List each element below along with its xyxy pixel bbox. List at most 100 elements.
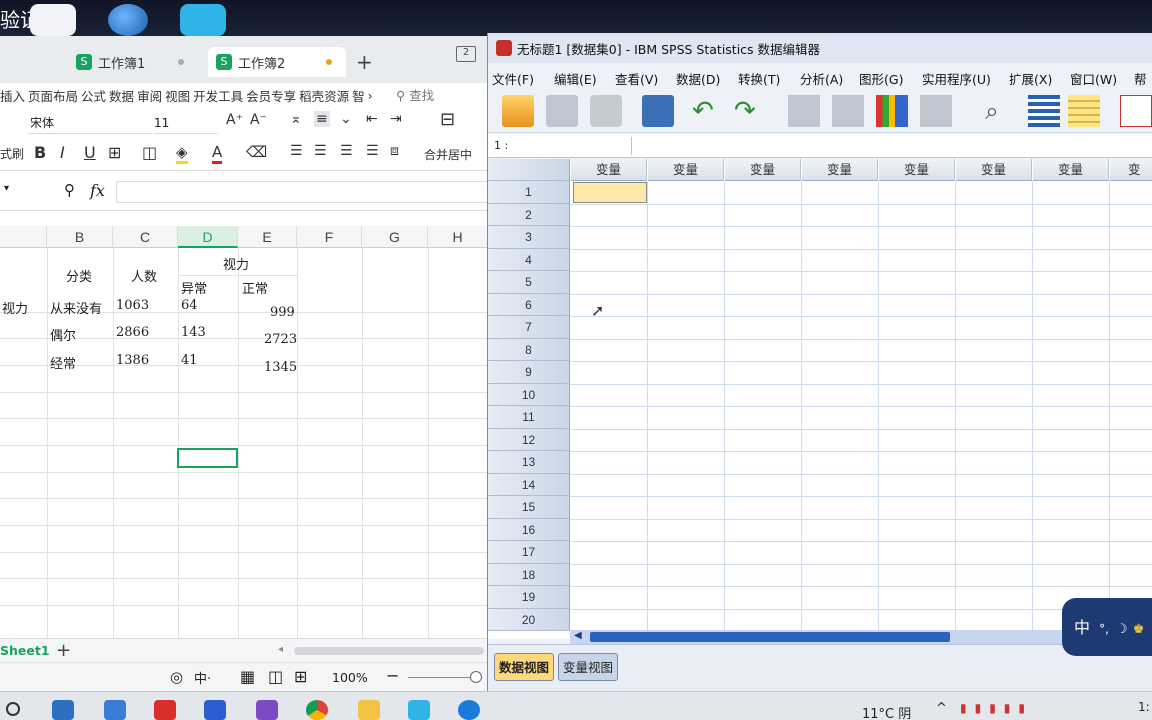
live-app-icon[interactable]: [408, 700, 430, 720]
row-header[interactable]: 20: [488, 608, 570, 631]
menu-file[interactable]: 文件(F): [492, 69, 534, 88]
row-header[interactable]: 7: [488, 316, 570, 339]
goto-case-icon[interactable]: [788, 95, 820, 127]
col-header-f[interactable]: F: [297, 226, 362, 248]
goto-variable-icon[interactable]: [832, 95, 864, 127]
cell-count[interactable]: 1063: [116, 298, 149, 313]
scroll-left-arrow-icon[interactable]: ◀: [574, 630, 582, 641]
tray-icons[interactable]: ▮▮▮▮▮: [960, 701, 1033, 715]
row-header[interactable]: 2: [488, 203, 570, 226]
horizontal-scrollbar[interactable]: [294, 647, 484, 655]
desktop-live-icon[interactable]: [180, 4, 226, 36]
menu-edit[interactable]: 编辑(E): [554, 69, 597, 88]
undo-icon[interactable]: ↶: [692, 95, 724, 127]
header-vision[interactable]: 视力: [223, 254, 249, 273]
row-label-partial[interactable]: 视力: [2, 298, 28, 317]
page-break-view-icon[interactable]: ⊞: [294, 667, 307, 686]
cell-normal[interactable]: 1345: [264, 360, 297, 375]
menu-window[interactable]: 窗口(W): [1070, 69, 1117, 88]
row-header[interactable]: 13: [488, 451, 570, 474]
cell-count[interactable]: 2866: [116, 325, 149, 340]
decrease-indent-icon[interactable]: ⇤: [366, 111, 378, 127]
zoom-formula-icon[interactable]: ⚲: [64, 181, 75, 199]
font-size-select[interactable]: 11: [154, 112, 218, 134]
font-name-select[interactable]: 宋体: [28, 112, 152, 134]
desktop-app-icon[interactable]: [30, 4, 76, 36]
cell-reference[interactable]: 1 :: [492, 137, 632, 155]
merge-center-icon[interactable]: ⊟: [440, 109, 455, 130]
align-bottom-icon[interactable]: ⌄: [340, 111, 352, 127]
add-tab-button[interactable]: +: [356, 50, 373, 74]
menu-insert[interactable]: 插入: [0, 86, 25, 105]
format-brush-label[interactable]: 式刷: [0, 145, 24, 162]
formula-input[interactable]: [116, 181, 487, 203]
row-header[interactable]: 14: [488, 473, 570, 496]
merge-center-button[interactable]: 合并居中: [424, 146, 472, 163]
cell-abnormal[interactable]: 41: [181, 353, 198, 368]
menu-extensions[interactable]: 扩展(X): [1009, 69, 1052, 88]
cell-abnormal[interactable]: 64: [181, 298, 198, 313]
cell-count[interactable]: 1386: [116, 353, 149, 368]
row-header[interactable]: 11: [488, 406, 570, 429]
cell-style-icon[interactable]: ◫: [142, 143, 157, 162]
weather-status[interactable]: 11°C 阴: [862, 703, 911, 720]
open-folder-icon[interactable]: [502, 95, 534, 127]
row-header[interactable]: 9: [488, 361, 570, 384]
menu-view[interactable]: 视图: [165, 86, 190, 105]
header-count[interactable]: 人数: [131, 266, 157, 285]
page-layout-view-icon[interactable]: ◫: [268, 667, 283, 686]
clock[interactable]: 1:: [1138, 700, 1150, 714]
clear-format-icon[interactable]: ⌫: [246, 143, 267, 161]
active-cell[interactable]: [573, 182, 647, 203]
desktop-globe-icon[interactable]: [108, 4, 148, 36]
tab-workbook1[interactable]: S 工作簿1: [68, 47, 198, 77]
align-center-icon[interactable]: ☰: [314, 143, 327, 159]
normal-view-icon[interactable]: ▦: [240, 667, 255, 686]
col-header-b[interactable]: B: [47, 226, 113, 248]
italic-icon[interactable]: I: [60, 143, 65, 162]
add-sheet-button[interactable]: +: [56, 640, 71, 661]
menu-utilities[interactable]: 实用程序(U): [922, 69, 991, 88]
cell-abnormal[interactable]: 143: [181, 325, 206, 340]
row-header[interactable]: 18: [488, 563, 570, 586]
var-header[interactable]: 变量: [956, 159, 1032, 181]
menu-member[interactable]: 会员专享: [246, 86, 296, 105]
menu-docer[interactable]: 稻壳资源: [299, 86, 349, 105]
cell-category[interactable]: 从来没有: [50, 298, 102, 317]
spreadsheet-grid[interactable]: B C D E F G H 分类 人数 视力 异常 正常 视力 从来没有 106…: [0, 226, 487, 638]
row-header[interactable]: 15: [488, 496, 570, 519]
input-mode-icon[interactable]: 中·: [194, 668, 211, 687]
tab-workbook2[interactable]: S 工作簿2: [208, 47, 346, 77]
var-header[interactable]: 变量: [802, 159, 878, 181]
menu-smart[interactable]: 智: [352, 86, 365, 105]
header-abnormal[interactable]: 异常: [181, 278, 207, 297]
col-header-a[interactable]: [0, 226, 47, 248]
row-header[interactable]: 1: [488, 181, 570, 204]
calculator-icon[interactable]: [52, 700, 74, 720]
col-header-d[interactable]: D: [178, 226, 238, 248]
cell-normal[interactable]: 2723: [264, 332, 297, 347]
header-normal[interactable]: 正常: [242, 278, 268, 297]
var-header[interactable]: 变量: [879, 159, 955, 181]
increase-indent-icon[interactable]: ⇥: [390, 111, 402, 127]
zoom-level[interactable]: 100%: [332, 670, 368, 685]
row-header[interactable]: 5: [488, 271, 570, 294]
menu-developer[interactable]: 开发工具: [193, 86, 243, 105]
cell-category[interactable]: 经常: [50, 353, 76, 372]
row-header[interactable]: 16: [488, 518, 570, 541]
print-icon[interactable]: [590, 95, 622, 127]
value-labels-icon[interactable]: [1120, 95, 1152, 127]
align-middle-icon[interactable]: ≡: [314, 111, 330, 127]
menu-view[interactable]: 查看(V): [615, 69, 658, 88]
window-count-badge[interactable]: 2: [456, 46, 476, 62]
row-header[interactable]: 3: [488, 226, 570, 249]
variables-icon[interactable]: [876, 95, 908, 127]
wps-form-icon[interactable]: [204, 700, 226, 720]
cell-normal[interactable]: 999: [270, 305, 295, 320]
namebox-dropdown-icon[interactable]: ▾: [4, 183, 9, 194]
align-top-icon[interactable]: ⌅: [290, 111, 302, 127]
tab-variable-view[interactable]: 变量视图: [558, 653, 619, 681]
var-header[interactable]: 变量: [648, 159, 724, 181]
var-header[interactable]: 变量: [1033, 159, 1109, 181]
app-icon[interactable]: [104, 700, 126, 720]
